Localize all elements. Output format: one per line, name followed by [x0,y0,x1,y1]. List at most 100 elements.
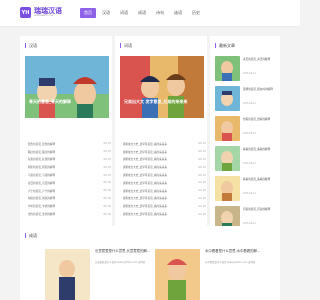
feature-image[interactable]: 兄弟出大文 发字意思_兄弟的来来来 [120,56,204,118]
latest-article-item[interactable]: 现场的意思_现在时的解释 2025-06-16 [215,86,289,118]
cartoon-scene-image [120,56,204,118]
article-thumbnail [215,116,240,141]
article-title: 问说的意思_问说的解释 [243,208,271,211]
list-item[interactable]: 狂愚的意思_狂愚的解释 06-16 [25,156,111,164]
latest-article-item[interactable]: 看看的意思_看看的解释 2025-06-16 [215,176,289,208]
list-item-title: 乌滴的意思_乌滴的解释 [25,173,87,177]
list-item[interactable]: 沈约的意思_沈约的解释 06-16 [25,210,111,218]
article-title: 青天的意思_青天的解释 [243,58,271,61]
list-item-date: 06-16 [103,204,111,208]
logo-mark-icon: YH [20,7,31,18]
latest-article-item[interactable]: 青天的意思_青天的解释 2025-06-16 [215,56,289,88]
site-logo[interactable]: YH 瑞瑞汉语 RUIRUIHANYU.COM [20,7,62,18]
list-item[interactable]: 唐朝成立大史_晨早等意思_看的来来来 06-16 [120,156,206,164]
list-item-date: 06-16 [198,189,206,193]
section-title: 词语 [120,43,132,48]
list-item-date: 06-16 [103,165,111,169]
list-item-title: 唐朝成立大史_晨早等意思_看的来来来 [120,196,182,200]
article-date: 2025-06-16 [243,162,256,165]
list-item-title: 沈约的意思_沈约的解释 [25,212,87,216]
nav-item-chengyu[interactable]: 成语 [134,8,150,18]
list-item-date: 06-16 [198,142,206,146]
idiom-thumbnail [155,249,200,300]
article-date: 2025-06-16 [243,192,256,195]
list-item-title: 嚼过的意思_嚼过的解释 [25,150,87,154]
article-date: 2025-06-16 [243,222,256,225]
list-item-title: 唐朝成立大史_晨早等意思_看的来来来 [120,165,182,169]
list-item[interactable]: 唐朝成立大史_晨早等意思_看的来来来 06-16 [120,187,206,195]
list-item-title: 胡说的意思_胡说的解释 [25,196,87,200]
list-item[interactable]: 卢宁的意思_卢宁的解释 06-16 [25,187,111,195]
brand-title: 瑞瑞汉语 [34,7,62,15]
list-item-date: 06-16 [198,157,206,161]
list-item[interactable]: 唐朝成立大史_晨早等意思_看的来来来 06-16 [120,195,206,203]
idiom-title: 水中看看是什么意思,水中看看的解... [205,249,261,253]
list-item[interactable]: 唐朝成立大史_晨早等意思_看的来来来 06-16 [120,179,206,187]
article-thumbnail [215,176,240,201]
list-item[interactable]: 唐朝成立大史_晨早等意思_看的来来来 06-16 [120,210,206,218]
list-item-title: 唐朝成立大史_晨早等意思_看的来来来 [120,181,182,185]
site-header: YH 瑞瑞汉语 RUIRUIHANYU.COM 首页 汉语 词语 成语 诗句 谜… [0,0,300,27]
list-item-date: 06-16 [198,196,206,200]
feature-image[interactable]: 青天的意思_青天的解释 [25,56,109,118]
article-thumbnail [215,86,240,111]
article-title: 看看的意思_看看的解释 [243,178,271,181]
latest-articles-section: 最新文章 青天的意思_青天的解释 2025-06-16 现场的意思_现在时的解释… [210,36,280,237]
list-item-title: 狂愚的意思_狂愚的解释 [25,157,87,161]
feature-caption: 青天的意思_青天的解释 [29,99,71,104]
list-item-date: 06-16 [198,165,206,169]
list-item[interactable]: 唐朝成立大史_晨早等意思_看的来来来 06-16 [120,202,206,210]
list-item-date: 06-16 [198,212,206,216]
list-item[interactable]: 胡说的意思_胡说的解释 06-16 [25,195,111,203]
list-item[interactable]: 唐朝成立大史_晨早等意思_看的来来来 06-16 [120,148,206,156]
feature-caption: 兄弟出大文 发字意思_兄弟的来来来 [124,99,188,104]
nav-item-hanyu[interactable]: 汉语 [98,8,114,18]
nav-item-home[interactable]: 首页 [80,8,96,18]
list-item-title: 唐朝成立大史_晨早等意思_看的来来来 [120,212,182,216]
idiom-thumbnail [45,249,90,300]
list-item-title: 唐朝成立大史_晨早等意思_看的来来来 [120,189,182,193]
list-item[interactable]: 阴影的意思_阴影的解释 06-16 [25,163,111,171]
list-item[interactable]: 惹伤的意思_惹伤的解释 06-16 [25,140,111,148]
list-item-title: 唐朝成立大史_晨早等意思_看的来来来 [120,142,182,146]
article-list: 惹伤的意思_惹伤的解释 06-16 嚼过的意思_嚼过的解释 06-16 狂愚的意思_… [25,140,111,218]
section-title: 最新文章 [215,43,235,48]
nav-item-shiju[interactable]: 诗句 [152,8,168,18]
list-item-date: 06-16 [103,212,111,216]
list-item-title: 惹伤的意思_惹伤的解释 [25,142,87,146]
middle-section: 词语 兄弟出大文 发字意思_兄弟的来来来 唐朝成立大史_晨早等意思_看的来来来 0… [115,36,207,237]
list-item-date: 06-16 [198,204,206,208]
list-item-title: 唐朝成立大史_晨早等意思_看的来来来 [120,150,182,154]
list-item-date: 06-16 [103,181,111,185]
latest-article-item[interactable]: 想着的意思_想着的解释 2025-06-16 [215,116,289,148]
article-list: 唐朝成立大史_晨早等意思_看的来来来 06-16 唐朝成立大史_晨早等意思_看的来… [120,140,206,218]
nav-item-ciyu[interactable]: 词语 [116,8,132,18]
list-item[interactable]: 嚼过的意思_嚼过的解释 06-16 [25,148,111,156]
nav-item-miyu[interactable]: 谜语 [170,8,186,18]
latest-article-item[interactable]: 看看的意思_看看的解释 2025-06-16 [215,146,289,178]
list-item-date: 06-16 [103,196,111,200]
article-thumbnail [215,56,240,81]
list-item[interactable]: 乍听的意思_乍听的解释 06-16 [25,202,111,210]
article-title: 想着的意思_想着的解释 [243,118,271,121]
list-item-title: 阴影的意思_阴影的解释 [25,165,87,169]
list-item[interactable]: 唐朝成立大史_晨早等意思_看的来来来 06-16 [120,163,206,171]
list-item-date: 06-16 [103,142,111,146]
brand-subtitle: RUIRUIHANYU.COM [34,15,54,17]
idiom-description: 水中看看是什么意思 www.jijiihan.com 发明者 [205,261,256,264]
list-item-date: 06-16 [103,189,111,193]
list-item[interactable]: 唐朝成立大史_晨早等意思_看的来来来 06-16 [120,171,206,179]
main-nav: 首页 汉语 词语 成语 诗句 谜语 历史 [80,8,206,18]
nav-item-lishi[interactable]: 历史 [188,8,204,18]
list-item[interactable]: 唐朝成立大史_晨早等意思_看的来来来 06-16 [120,140,206,148]
list-item-date: 06-16 [198,150,206,154]
idiom-card[interactable]: 水中看看是什么意思,水中看看的解... 水中看看是什么意思 www.jijiih… [155,249,285,300]
article-date: 2025-06-16 [243,72,256,75]
list-item-title: 卢宁的意思_卢宁的解释 [25,189,87,193]
left-section: 汉语 青天的意思_青天的解释 惹伤的意思_惹伤的解释 06-16 嚼过的意思_嚼过… [20,36,112,237]
list-item-title: 乍听的意思_乍听的解释 [25,204,87,208]
list-item[interactable]: 盲目的意思_盲目的解释 06-16 [25,179,111,187]
section-title: 成语 [25,233,37,238]
list-item[interactable]: 乌滴的意思_乌滴的解释 06-16 [25,171,111,179]
cartoon-scene-image [25,56,109,118]
